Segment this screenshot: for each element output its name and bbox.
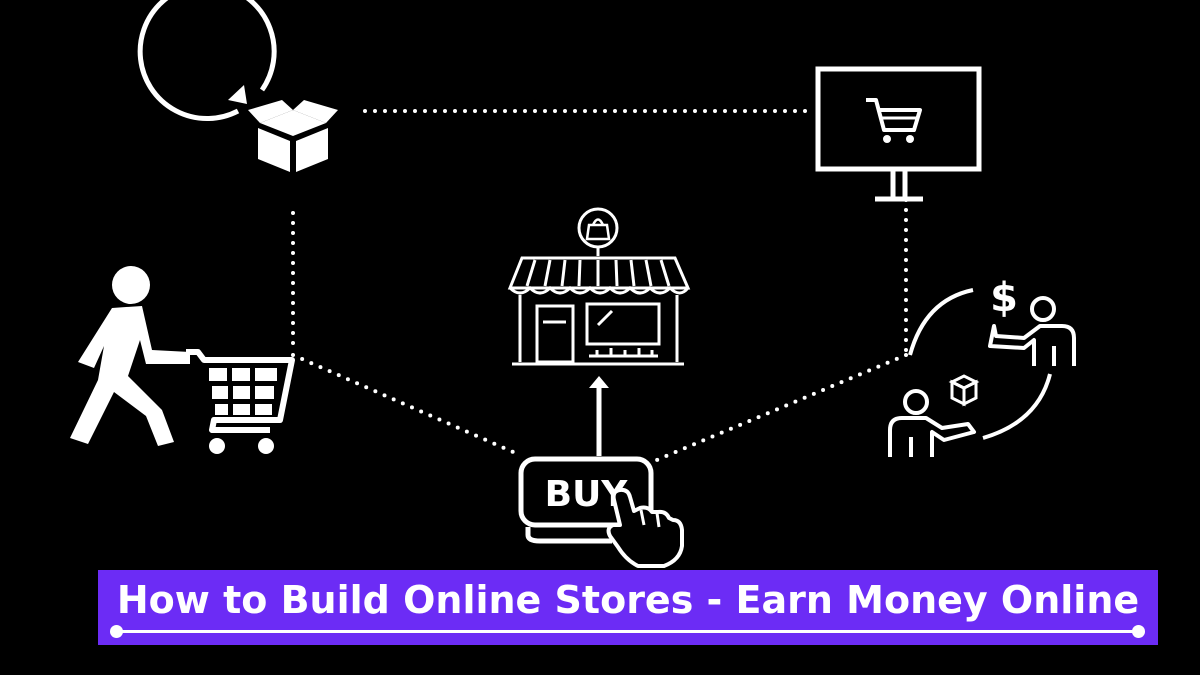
shopper-with-cart-icon bbox=[70, 266, 295, 454]
shopping-bag-pin-icon bbox=[577, 207, 619, 256]
connector-shopper-to-buy bbox=[291, 353, 522, 457]
payment-exchange-icon: $ bbox=[888, 275, 1076, 457]
banner-underline-right-dot bbox=[1132, 625, 1145, 638]
buy-button-click-icon: BUY bbox=[518, 456, 684, 568]
banner-title: How to Build Online Stores - Earn Money … bbox=[116, 578, 1140, 622]
banner-underline bbox=[116, 630, 1140, 633]
monitor-cart-icon bbox=[815, 66, 982, 202]
arrow-up-icon bbox=[589, 376, 609, 456]
svg-text:$: $ bbox=[990, 275, 1018, 321]
banner-underline-left-dot bbox=[110, 625, 123, 638]
package-refresh-icon bbox=[137, 0, 338, 172]
online-store-icon bbox=[507, 256, 691, 366]
title-banner: How to Build Online Stores - Earn Money … bbox=[98, 570, 1158, 645]
connector-payment-to-buy bbox=[650, 353, 908, 464]
